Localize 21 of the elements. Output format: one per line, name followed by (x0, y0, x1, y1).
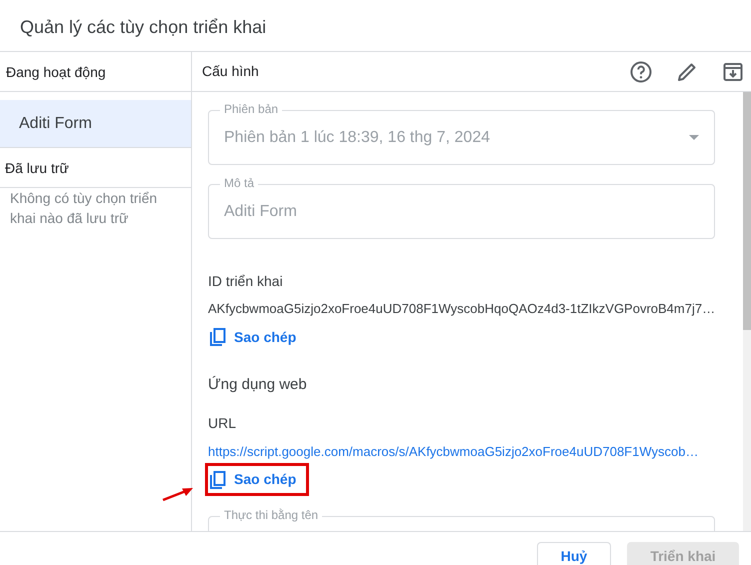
empty-message: Không có tùy chọn triển khai nào đã lưu trữ (9, 189, 158, 228)
section-heading: Đang hoạt động (0, 52, 191, 92)
cancel-button[interactable]: Huỷ (537, 542, 611, 565)
copy-icon (210, 328, 226, 346)
copy-icon (210, 470, 226, 488)
section-heading: Đã lưu trữ (0, 148, 191, 188)
dropdown-caret-icon (689, 135, 699, 140)
copy-button[interactable]: Sao chép (208, 466, 306, 493)
field-label: ID triển khai (208, 272, 284, 291)
field-label: URL (208, 414, 238, 432)
scrollbar[interactable] (743, 92, 751, 531)
pane-heading: Cấu hình (202, 62, 260, 81)
url-link[interactable]: https://script.google.com/macros/s/AKfycbwmoaG5izjo2xoFroe4uUD708F1Wyscob… (208, 442, 715, 461)
deployment-id: AKfycbwmoaG5izjo2xoFroe4uUD708F1WyscobHqoQAOz4d3-1tZIkzVGPovroB4m7j7… (208, 300, 715, 318)
section-heading: Ứng dụng web (208, 375, 308, 395)
deployment-item[interactable]: Aditi Form (0, 100, 191, 148)
help-icon[interactable] (629, 60, 653, 84)
dialog-title: Quản lý các tùy chọn triển khai (0, 0, 751, 52)
field-label: Thực thi bằng tên (220, 506, 322, 522)
arrow-annotation (162, 486, 194, 502)
copy-button[interactable]: Sao chép (208, 324, 298, 350)
